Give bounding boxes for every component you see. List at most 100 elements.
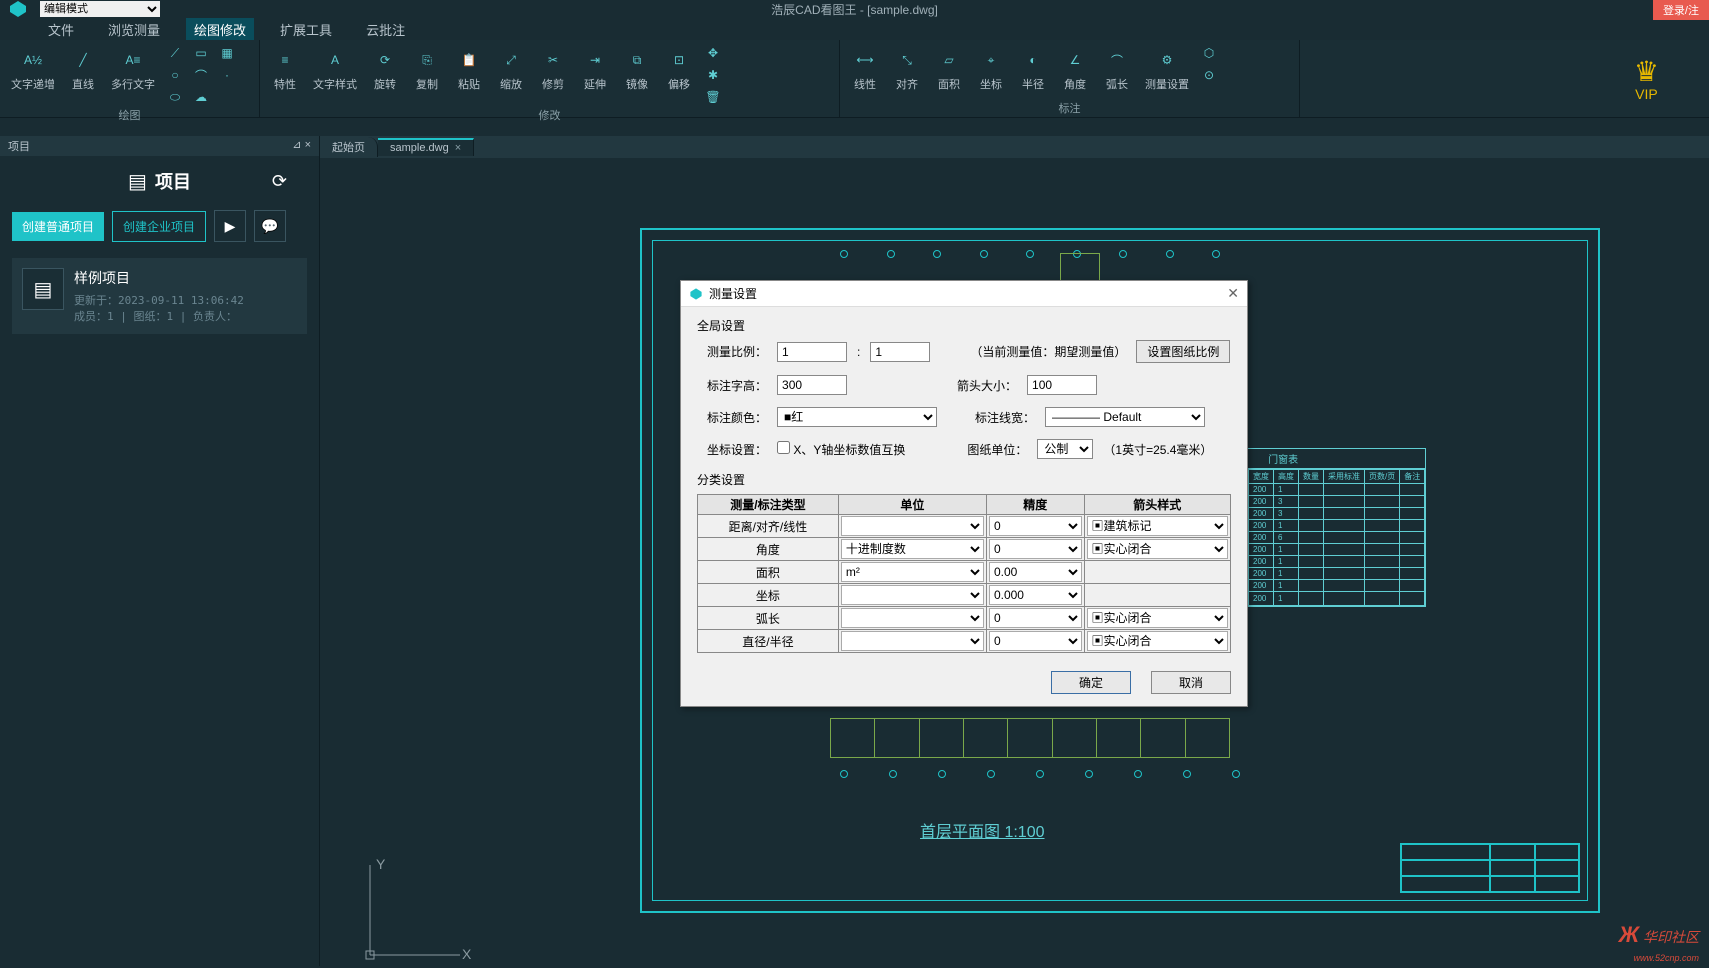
- tool-text-increment[interactable]: A½文字递增: [8, 44, 58, 94]
- tool-dim-linear[interactable]: ⟷线性: [848, 44, 882, 94]
- tool-rotate[interactable]: ⟳旋转: [368, 44, 402, 94]
- tool-offset[interactable]: ⊡偏移: [662, 44, 696, 94]
- play-button[interactable]: ▶: [214, 210, 246, 242]
- dialog-close-button[interactable]: ✕: [1227, 285, 1239, 302]
- tool-measure-settings[interactable]: ⚙测量设置: [1142, 44, 1192, 94]
- cls-row: 距离/对齐/线性0▣建筑标记: [698, 515, 1231, 538]
- tool-extend[interactable]: ⇥延伸: [578, 44, 612, 94]
- tool-revcloud-icon[interactable]: ☁: [192, 88, 210, 106]
- tool-move-icon[interactable]: ✥: [704, 44, 722, 62]
- tool-dim-area[interactable]: ▱面积: [932, 44, 966, 94]
- ribbon-group-dimension: ⟷线性 ⤡对齐 ▱面积 ⌖坐标 ◐半径 ∠角度 ⌒弧长 ⚙测量设置 ⬡ ⊙ 标注: [840, 40, 1300, 117]
- unit-hint: （1英寸=25.4毫米）: [1103, 441, 1212, 458]
- cls-precision-select[interactable]: 0: [989, 516, 1082, 536]
- tool-scale[interactable]: ⤢缩放: [494, 44, 528, 94]
- project-card-updated: 更新于：2023-09-11 13:06:42: [74, 292, 297, 308]
- titleblock: [1400, 843, 1580, 893]
- unit-select[interactable]: 公制: [1037, 439, 1093, 459]
- tool-circle-icon[interactable]: ○: [166, 66, 184, 84]
- cls-arrow-select[interactable]: ▣实心闭合: [1087, 631, 1228, 651]
- cls-unit-select[interactable]: m²: [841, 562, 984, 582]
- tool-dim-coord[interactable]: ⌖坐标: [974, 44, 1008, 94]
- project-card-meta: 成员：1 | 图纸：1 | 负责人：: [74, 308, 297, 324]
- tool-rect-icon[interactable]: ▭: [192, 44, 210, 62]
- color-select[interactable]: ■红: [777, 407, 937, 427]
- tool-dim-radius[interactable]: ◐半径: [1016, 44, 1050, 94]
- tool-explode-icon[interactable]: ✱: [704, 66, 722, 84]
- tab-view-measure[interactable]: 浏览测量: [100, 18, 168, 41]
- tool-properties[interactable]: ≡特性: [268, 44, 302, 94]
- tab-close-icon[interactable]: ×: [455, 142, 461, 154]
- cls-arrow-select[interactable]: ▣实心闭合: [1087, 608, 1228, 628]
- tool-point-icon[interactable]: ·: [218, 66, 236, 84]
- cls-arrow-select[interactable]: ▣实心闭合: [1087, 539, 1228, 559]
- refresh-icon[interactable]: ⟳: [272, 171, 287, 192]
- tab-home[interactable]: 起始页: [320, 137, 378, 157]
- dialog-titlebar[interactable]: 测量设置 ✕: [681, 281, 1247, 307]
- arrow-size-input[interactable]: [1027, 375, 1097, 395]
- arrow-size-label: 箭头大小：: [957, 377, 1017, 394]
- tool-dim-extra1-icon[interactable]: ⬡: [1200, 44, 1218, 62]
- tab-extend-tools[interactable]: 扩展工具: [272, 18, 340, 41]
- tool-dim-aligned[interactable]: ⤡对齐: [890, 44, 924, 94]
- text-height-input[interactable]: [777, 375, 847, 395]
- ribbon-group-draw: A½文字递增 ╱直线 A≡多行文字 ⟋ ○ ⬭ ▭ ⌒ ☁ ▦ · 绘图: [0, 40, 260, 117]
- menu-tabs: 文件 浏览测量 绘图修改 扩展工具 云批注: [0, 18, 1709, 40]
- cls-header: 测量/标注类型: [698, 495, 839, 515]
- unit-label: 图纸单位：: [967, 441, 1027, 458]
- vip-badge[interactable]: ♛ VIP: [1634, 58, 1659, 102]
- cancel-button[interactable]: 取消: [1151, 671, 1231, 694]
- cls-unit-select[interactable]: [841, 516, 984, 536]
- tab-draw-modify[interactable]: 绘图修改: [186, 18, 254, 41]
- create-normal-button[interactable]: 创建普通项目: [12, 212, 104, 241]
- document-tabs: 起始页 sample.dwg ×: [320, 136, 1709, 158]
- tab-cloud-annotate[interactable]: 云批注: [358, 18, 413, 41]
- tool-block-icon[interactable]: ▦: [218, 44, 236, 62]
- login-button[interactable]: 登录/注: [1653, 0, 1709, 20]
- cls-row: 弧长0▣实心闭合: [698, 607, 1231, 630]
- line-width-label: 标注线宽：: [975, 409, 1035, 426]
- cls-unit-select[interactable]: [841, 585, 984, 605]
- cls-precision-select[interactable]: 0: [989, 631, 1082, 651]
- tool-arc-icon[interactable]: ⌒: [192, 66, 210, 84]
- cls-arrow-select[interactable]: ▣建筑标记: [1087, 516, 1228, 536]
- line-width-select[interactable]: ———— Default: [1045, 407, 1205, 427]
- ratio-input-2[interactable]: [870, 342, 930, 362]
- plan-title: 首层平面图 1:100: [920, 818, 1045, 842]
- cls-precision-select[interactable]: 0: [989, 608, 1082, 628]
- tab-sample-dwg[interactable]: sample.dwg ×: [378, 138, 474, 156]
- cls-precision-select[interactable]: 0.000: [989, 585, 1082, 605]
- tool-textstyle[interactable]: A文字样式: [310, 44, 360, 94]
- tool-ellipse-icon[interactable]: ⬭: [166, 88, 184, 106]
- chat-button[interactable]: 💬: [254, 210, 286, 242]
- ok-button[interactable]: 确定: [1051, 671, 1131, 694]
- tool-delete-icon[interactable]: 🗑: [704, 88, 722, 106]
- mode-selector[interactable]: 编辑模式: [40, 1, 160, 17]
- cls-unit-select[interactable]: [841, 631, 984, 651]
- tool-copy[interactable]: ⎘复制: [410, 44, 444, 94]
- coord-swap-checkbox[interactable]: X、Y轴坐标数值互换: [777, 441, 905, 458]
- tool-dim-extra2-icon[interactable]: ⊙: [1200, 66, 1218, 84]
- panel-pin-icon[interactable]: ⊿ ×: [292, 138, 311, 154]
- tab-file[interactable]: 文件: [40, 18, 82, 41]
- tool-paste[interactable]: 📋粘贴: [452, 44, 486, 94]
- tool-mirror[interactable]: ⧉镜像: [620, 44, 654, 94]
- tool-line[interactable]: ╱直线: [66, 44, 100, 94]
- tool-trim[interactable]: ✂修剪: [536, 44, 570, 94]
- tool-dim-angle[interactable]: ∠角度: [1058, 44, 1092, 94]
- cls-unit-select[interactable]: [841, 608, 984, 628]
- cls-precision-select[interactable]: 0.00: [989, 562, 1082, 582]
- grid-markers-bottom: [840, 770, 1240, 782]
- cls-precision-select[interactable]: 0: [989, 539, 1082, 559]
- create-enterprise-button[interactable]: 创建企业项目: [112, 211, 206, 242]
- tool-mtext[interactable]: A≡多行文字: [108, 44, 158, 94]
- plan-bottom: [830, 718, 1230, 758]
- tool-polyline-icon[interactable]: ⟋: [166, 44, 184, 62]
- cls-unit-select[interactable]: 十进制度数: [841, 539, 984, 559]
- tool-dim-arc[interactable]: ⌒弧长: [1100, 44, 1134, 94]
- set-ratio-button[interactable]: 设置图纸比例: [1136, 340, 1230, 363]
- project-card[interactable]: ▤ 样例项目 更新于：2023-09-11 13:06:42 成员：1 | 图纸…: [12, 258, 307, 334]
- ribbon-group-modify: ≡特性 A文字样式 ⟳旋转 ⎘复制 📋粘贴 ⤢缩放 ✂修剪 ⇥延伸 ⧉镜像 ⊡偏…: [260, 40, 840, 117]
- ratio-input-1[interactable]: [777, 342, 847, 362]
- classification-table: 测量/标注类型单位精度箭头样式距离/对齐/线性0▣建筑标记角度十进制度数0▣实心…: [697, 494, 1231, 653]
